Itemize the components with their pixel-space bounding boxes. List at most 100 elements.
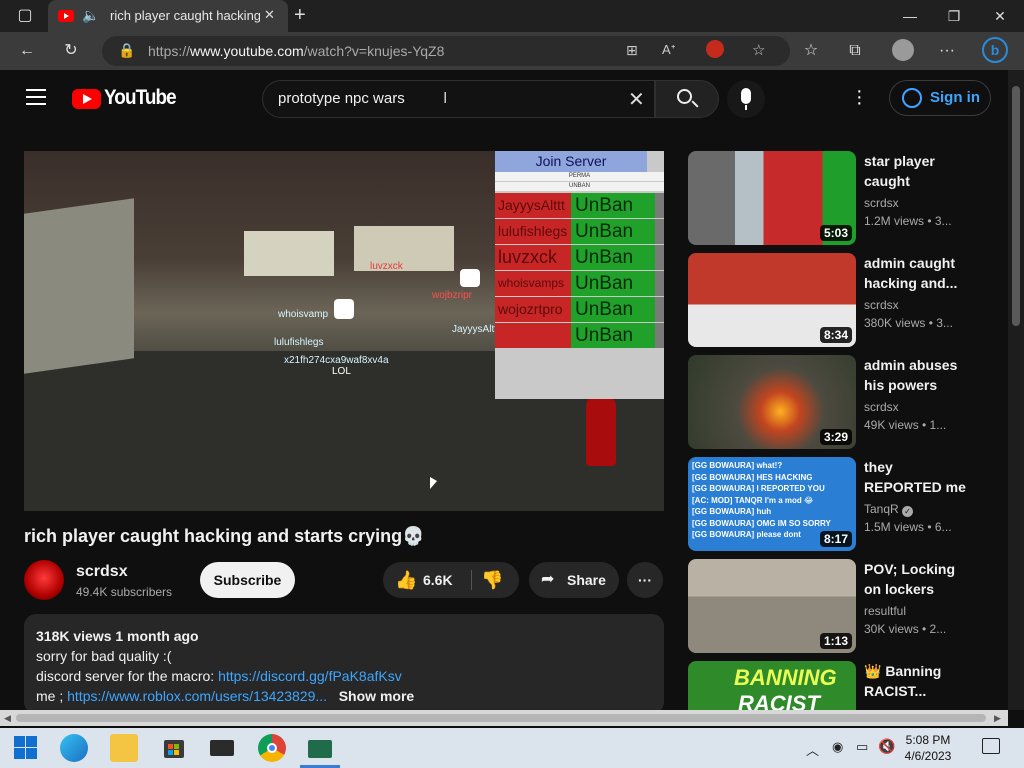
meet-now-icon[interactable]: ◉ <box>832 739 843 755</box>
discord-link[interactable]: https://discord.gg/fPaK8afKsv <box>218 668 402 684</box>
favorites-icon[interactable]: ☆ <box>800 40 822 62</box>
recommendation-item[interactable]: 8:34 admin caught hacking and... scrdsx … <box>688 253 1008 349</box>
volume-muted-icon[interactable]: 🔇 <box>878 738 895 755</box>
recommendation-item[interactable]: 1:13 POV; Locking on lockers resultful 3… <box>688 559 1008 655</box>
extension-icon[interactable] <box>706 40 724 58</box>
thumbs-down-icon[interactable]: 👎 <box>481 562 503 598</box>
channel-name[interactable]: scrdsx <box>76 563 128 581</box>
rec-channel[interactable]: scrdsx <box>864 298 899 312</box>
video-thumbnail[interactable]: BANNING RACIST <box>688 661 856 710</box>
video-thumbnail[interactable]: 8:34 <box>688 253 856 347</box>
subscribe-button[interactable]: Subscribe <box>200 562 295 598</box>
app-available-icon[interactable]: ⊞ <box>626 42 638 59</box>
clear-search-icon[interactable]: ✕ <box>628 87 645 112</box>
tab-title: rich player caught hacking a <box>110 8 260 23</box>
back-icon[interactable]: ← <box>16 40 38 62</box>
video-duration: 1:13 <box>819 633 852 649</box>
sign-in-button[interactable]: Sign in <box>889 80 991 116</box>
description-line: discord server for the macro: https://di… <box>36 668 402 684</box>
recommendation-item[interactable]: BANNING RACIST 👑 Banning RACIST... <box>688 661 1008 710</box>
show-more-button[interactable]: Show more <box>339 688 414 704</box>
clock-time: 5:08 PM <box>905 733 951 747</box>
store-icon[interactable] <box>160 734 188 762</box>
new-tab-icon[interactable]: + <box>294 4 306 27</box>
video-thumbnail[interactable]: 3:29 <box>688 355 856 449</box>
rec-channel[interactable]: TanqR ✓ <box>864 502 914 517</box>
views-and-date: 318K views 1 month ago <box>36 628 199 644</box>
network-icon[interactable]: ▭ <box>856 739 868 755</box>
share-button[interactable]: ➦ Share <box>529 562 619 598</box>
ban-row: UnBan <box>495 323 664 348</box>
start-icon[interactable] <box>12 734 40 762</box>
video-thumbnail[interactable]: 5:03 <box>688 151 856 245</box>
player-tag: luvzxck <box>370 261 403 272</box>
menu-icon[interactable] <box>26 89 46 105</box>
mouse-cursor-icon <box>430 477 437 489</box>
app-icon[interactable] <box>306 734 334 762</box>
rec-title[interactable]: 👑 Banning RACIST... <box>864 661 968 701</box>
scroll-left-icon[interactable]: ◀ <box>4 713 11 724</box>
tab-close-icon[interactable]: ✕ <box>264 7 275 23</box>
scroll-right-icon[interactable]: ▶ <box>994 713 1001 724</box>
rec-title[interactable]: they REPORTED me for... <box>864 457 968 497</box>
lock-icon[interactable]: 🔒 <box>118 42 135 59</box>
read-aloud-icon[interactable]: Aᐩ <box>662 42 676 58</box>
description-line: me ; https://www.roblox.com/users/134238… <box>36 688 415 704</box>
video-thumbnail[interactable]: [GG BOWAURA] what!? [GG BOWAURA] HES HACK… <box>688 457 856 551</box>
url-text: https://www.youtube.com/watch?v=knujes-Y… <box>148 43 445 59</box>
address-bar[interactable]: 🔒 https://www.youtube.com/watch?v=knujes… <box>102 36 790 66</box>
thumbnail-chat-text: [GG BOWAURA] what!? [GG BOWAURA] HES HACK… <box>692 461 831 539</box>
recommendation-item[interactable]: 5:03 star player caught hackin... scrdsx… <box>688 151 1008 247</box>
video-title: rich player caught hacking and starts cr… <box>24 526 425 546</box>
mail-icon[interactable] <box>208 734 236 762</box>
profile-icon[interactable] <box>892 39 914 61</box>
rec-title[interactable]: POV; Locking on lockers <box>864 559 968 599</box>
system-clock[interactable]: 5:08 PM 4/6/2023 <box>898 732 958 764</box>
more-options-icon[interactable]: ··· <box>936 40 958 62</box>
youtube-logo-text[interactable]: YouTube <box>104 86 177 110</box>
like-button[interactable]: 👍 6.6K <box>383 562 471 598</box>
vertical-scrollbar[interactable] <box>1008 70 1024 710</box>
voice-search-button[interactable] <box>727 80 765 118</box>
roblox-link[interactable]: https://www.roblox.com/users/13423829... <box>67 688 327 704</box>
favorite-add-icon[interactable]: ☆ <box>752 41 765 59</box>
rec-title[interactable]: admin abuses his powers on... <box>864 355 968 395</box>
video-player[interactable]: luvzxck whoisvamp wojbzripr JayyysAlttt … <box>24 151 664 511</box>
rec-meta: 1.5M views • 6... <box>864 520 952 534</box>
description-box[interactable]: 318K views 1 month ago sorry for bad qua… <box>24 614 664 714</box>
rec-title[interactable]: star player caught hackin... <box>864 151 968 191</box>
speaker-icon[interactable]: 🔈 <box>82 7 99 24</box>
rec-meta: 49K views • 1... <box>864 418 947 432</box>
channel-avatar[interactable] <box>24 560 64 600</box>
file-explorer-icon[interactable] <box>110 734 138 762</box>
close-window-icon[interactable]: ✕ <box>990 6 1010 26</box>
rec-channel[interactable]: scrdsx <box>864 400 899 414</box>
recommendation-item[interactable]: 3:29 admin abuses his powers on... scrds… <box>688 355 1008 451</box>
edge-icon[interactable] <box>60 734 88 762</box>
horizontal-scrollbar[interactable]: ◀ ▶ <box>0 710 1008 726</box>
chrome-icon[interactable] <box>258 734 286 762</box>
mic-icon <box>741 88 751 104</box>
recommendation-item[interactable]: [GG BOWAURA] what!? [GG BOWAURA] HES HACK… <box>688 457 1008 553</box>
minimize-icon[interactable]: — <box>900 6 920 26</box>
tab-actions-icon[interactable]: ▢ <box>14 5 36 27</box>
rec-channel[interactable]: resultful <box>864 604 906 618</box>
rec-channel[interactable]: scrdsx <box>864 196 899 210</box>
rec-meta: 1.2M views • 3... <box>864 214 952 228</box>
notifications-icon[interactable] <box>982 738 1000 754</box>
search-input[interactable]: prototype npc wars I ✕ <box>262 80 655 118</box>
refresh-icon[interactable]: ↻ <box>60 40 82 62</box>
like-dislike-group: 👍 6.6K 👎 <box>383 562 519 598</box>
search-button[interactable] <box>655 80 719 118</box>
show-hidden-icons[interactable]: ︿ <box>806 740 819 759</box>
video-thumbnail[interactable]: 1:13 <box>688 559 856 653</box>
settings-dots-icon[interactable]: · · · <box>856 81 863 113</box>
more-actions-icon[interactable]: ··· <box>627 562 663 598</box>
rec-title[interactable]: admin caught hacking and... <box>864 253 968 293</box>
restore-icon[interactable]: ❐ <box>944 6 964 26</box>
collections-icon[interactable]: ⧉ <box>844 40 866 62</box>
bing-chat-icon[interactable]: b <box>982 37 1008 63</box>
youtube-logo-icon[interactable] <box>72 89 101 109</box>
windows-taskbar: ︿ ◉ ▭ 🔇 5:08 PM 4/6/2023 <box>0 728 1024 768</box>
browser-tab[interactable]: 🔈 rich player caught hacking a ✕ <box>48 0 288 32</box>
